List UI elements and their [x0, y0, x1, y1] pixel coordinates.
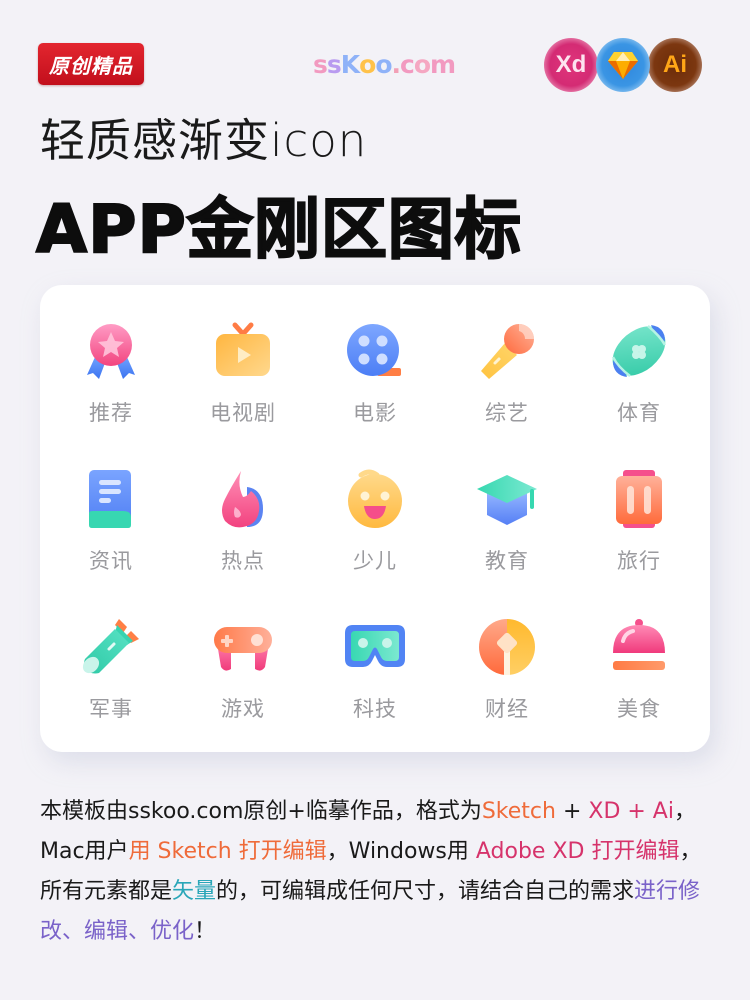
description-segment: 的，可编辑成任何尺寸，请结合自己的需求: [216, 879, 635, 904]
highlight-text: Sketch: [481, 799, 556, 824]
grid-item-label: 教育: [485, 549, 529, 573]
grid-item-games[interactable]: 游戏: [177, 605, 309, 753]
grid-item-military[interactable]: 军事: [45, 605, 177, 753]
logo-letter: K: [340, 49, 360, 79]
document-icon: [79, 467, 143, 531]
site-logo[interactable]: ssKoo.com: [313, 47, 456, 81]
grid-item-tv-series[interactable]: 电视剧: [177, 309, 309, 457]
grid-item-finance[interactable]: 财经: [441, 605, 573, 753]
logo-letter: o: [375, 49, 392, 79]
baby-face-icon: [343, 467, 407, 531]
rugby-ball-icon: [607, 319, 671, 383]
grid-item-travel[interactable]: 旅行: [573, 457, 705, 605]
logo-letter: o: [359, 49, 376, 79]
film-reel-icon: [343, 319, 407, 383]
description-segment: 本模板由sskoo.com原创+临摹作品，格式为: [40, 799, 482, 824]
page-subtitle: 轻质感渐变icon: [40, 114, 368, 167]
food-cloche-icon: [607, 615, 671, 679]
missile-icon: [79, 615, 143, 679]
tv-icon: [211, 319, 275, 383]
grid-item-label: 美食: [617, 697, 661, 721]
highlight-text: 用 Sketch 打开编辑: [128, 839, 327, 864]
grid-item-label: 综艺: [485, 401, 529, 425]
vr-glasses-icon: [343, 615, 407, 679]
microphone-icon: [475, 319, 539, 383]
flame-icon: [211, 467, 275, 531]
grid-item-movie[interactable]: 电影: [309, 309, 441, 457]
grid-item-label: 旅行: [617, 549, 661, 573]
gamepad-icon: [211, 615, 275, 679]
grid-item-label: 体育: [617, 401, 661, 425]
grid-item-hot[interactable]: 热点: [177, 457, 309, 605]
description-segment: ，Windows用: [326, 839, 476, 864]
grid-item-education[interactable]: 教育: [441, 457, 573, 605]
grid-item-tech[interactable]: 科技: [309, 605, 441, 753]
highlight-text: Adobe XD 打开编辑: [475, 839, 680, 864]
sketch-diamond-icon: [608, 52, 638, 79]
logo-letter: s: [326, 49, 342, 79]
highlight-text: XD + Ai: [588, 799, 674, 824]
logo-letter: o: [413, 49, 431, 79]
grid-item-label: 军事: [89, 697, 133, 721]
xd-icon: Xd: [544, 38, 598, 92]
description-segment: ！: [194, 919, 217, 944]
logo-letter: .: [391, 49, 401, 79]
grid-item-label: 资讯: [89, 549, 133, 573]
page-title: APP金刚区图标: [35, 190, 522, 269]
grid-item-label: 财经: [485, 697, 529, 721]
icon-grid-card: 推荐 电视剧 电影 综艺 体育 资讯 热点 少儿 教育 旅行 军事 游戏 科技 …: [40, 285, 710, 752]
suitcase-icon: [607, 467, 671, 531]
logo-letter: c: [400, 49, 415, 79]
medal-icon: [79, 319, 143, 383]
grid-item-variety[interactable]: 综艺: [441, 309, 573, 457]
grid-item-label: 电视剧: [210, 401, 276, 425]
sketch-icon: [596, 38, 650, 92]
grid-item-label: 科技: [353, 697, 397, 721]
graduation-cap-icon: [475, 467, 539, 531]
grid-item-label: 热点: [221, 549, 265, 573]
grid-item-label: 游戏: [221, 697, 265, 721]
grid-item-news[interactable]: 资讯: [45, 457, 177, 605]
logo-letter: m: [430, 49, 456, 79]
grid-item-recommend[interactable]: 推荐: [45, 309, 177, 457]
original-badge: 原创精品: [38, 43, 144, 85]
coin-icon: [475, 615, 539, 679]
tool-badges: Xd Ai: [544, 38, 704, 92]
grid-item-kids[interactable]: 少儿: [309, 457, 441, 605]
icon-grid: 推荐 电视剧 电影 综艺 体育 资讯 热点 少儿 教育 旅行 军事 游戏 科技 …: [45, 309, 705, 753]
grid-item-label: 推荐: [89, 401, 133, 425]
highlight-text: 矢量: [172, 879, 217, 904]
ai-icon: Ai: [648, 38, 702, 92]
grid-item-food[interactable]: 美食: [573, 605, 705, 753]
grid-item-label: 少儿: [353, 549, 397, 573]
description-segment: +: [555, 799, 589, 824]
description-text: 本模板由sskoo.com原创+临摹作品，格式为Sketch + XD + Ai…: [40, 792, 720, 952]
grid-item-label: 电影: [353, 401, 397, 425]
grid-item-sports[interactable]: 体育: [573, 309, 705, 457]
logo-letter: s: [313, 49, 328, 79]
